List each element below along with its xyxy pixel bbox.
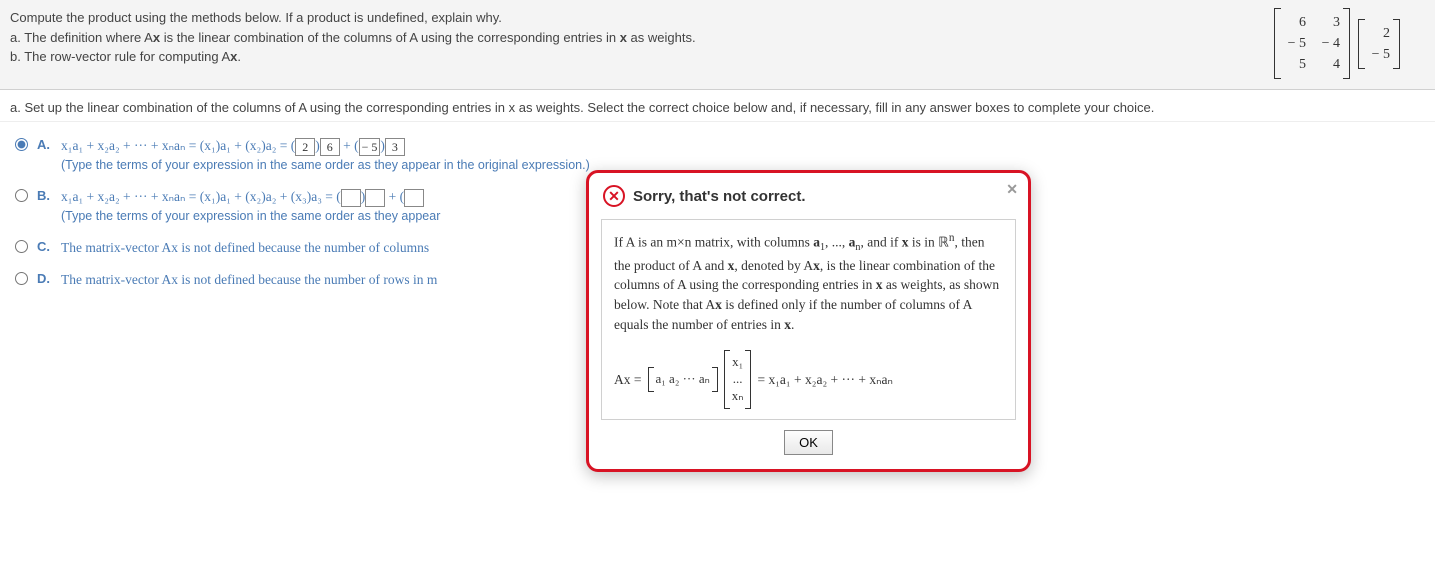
vector-x: 2 − 5: [1358, 19, 1400, 69]
answer-box-b1[interactable]: [341, 189, 361, 207]
answer-box-b2[interactable]: [365, 189, 385, 207]
modal-header: ✕ Sorry, that's not correct. ✕: [589, 173, 1028, 215]
choice-b-hint: (Type the terms of your expression in th…: [61, 207, 440, 226]
choice-letter: C.: [37, 239, 55, 254]
problem-statement: Compute the product using the methods be…: [10, 8, 696, 67]
header-line-1: Compute the product using the methods be…: [10, 8, 696, 28]
choice-a-hint: (Type the terms of your expression in th…: [61, 156, 590, 175]
choice-letter: A.: [37, 137, 55, 152]
radio-d[interactable]: [15, 272, 28, 285]
vector-x-symbolic: x₁ ... xₙ: [724, 350, 752, 409]
close-icon[interactable]: ✕: [1006, 181, 1018, 198]
choice-letter: B.: [37, 188, 55, 203]
radio-a[interactable]: [15, 138, 28, 151]
matrix-a: 63 − 5− 4 54: [1274, 8, 1350, 79]
radio-b[interactable]: [15, 189, 28, 202]
choice-b-body: x₁a₁ + x₂a₂ + ··· + xₙaₙ = (x₁)a₁ + (x₂)…: [61, 187, 440, 226]
choice-d-body: The matrix-vector Ax is not defined beca…: [61, 270, 437, 290]
answer-box-a1[interactable]: 2: [295, 138, 315, 156]
part-a-prompt: a. Set up the linear combination of the …: [0, 90, 1435, 122]
problem-matrices: 63 − 5− 4 54 2 − 5: [1274, 8, 1400, 79]
choice-letter: D.: [37, 271, 55, 286]
choice-c-body: The matrix-vector Ax is not defined beca…: [61, 238, 429, 258]
modal-title: Sorry, that's not correct.: [633, 188, 806, 205]
modal-body: If A is an m×n matrix, with columns a1, …: [601, 219, 1016, 420]
equation-display: Ax = a₁ a₂ ··· aₙ x₁ ... xₙ = x₁a₁ + x₂a…: [614, 350, 1003, 409]
answer-box-a2[interactable]: 6: [320, 138, 340, 156]
header-line-3: b. The row-vector rule for computing Ax.: [10, 47, 696, 67]
problem-header: Compute the product using the methods be…: [0, 0, 1435, 90]
radio-c[interactable]: [15, 240, 28, 253]
choice-a-body: x₁a₁ + x₂a₂ + ··· + xₙaₙ = (x₁)a₁ + (x₂)…: [61, 136, 590, 175]
error-icon: ✕: [603, 185, 625, 207]
answer-box-b3[interactable]: [404, 189, 424, 207]
ok-button[interactable]: OK: [784, 430, 833, 455]
answer-box-a4[interactable]: 3: [385, 138, 405, 156]
matrix-a-symbolic: a₁ a₂ ··· aₙ: [648, 367, 718, 392]
feedback-modal: ✕ Sorry, that's not correct. ✕ If A is a…: [586, 170, 1031, 472]
header-line-2: a. The definition where Ax is the linear…: [10, 28, 696, 48]
answer-box-a3[interactable]: − 5: [359, 138, 381, 156]
